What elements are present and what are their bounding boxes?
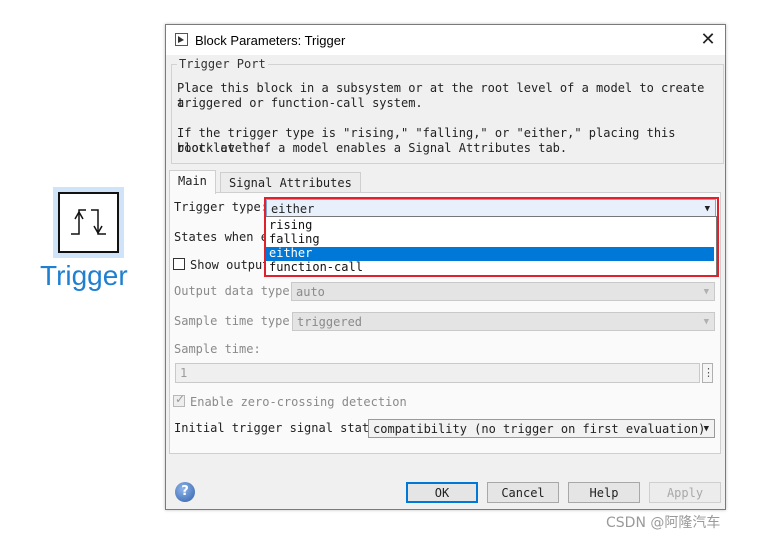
sample-time-type-label: Sample time type: <box>174 314 297 328</box>
show-output-label: Show output <box>190 258 270 272</box>
option-either[interactable]: either <box>265 247 714 261</box>
sample-time-options-button[interactable]: ⋮ <box>702 363 714 383</box>
chevron-down-icon: ▼ <box>703 424 709 434</box>
cancel-button[interactable]: Cancel <box>487 482 559 503</box>
chevron-down-icon: ▼ <box>703 317 709 327</box>
initial-trigger-state-select[interactable]: compatibility (no trigger on first evalu… <box>368 419 715 438</box>
option-rising[interactable]: rising <box>265 219 714 233</box>
trigger-block[interactable] <box>53 187 124 258</box>
help-icon[interactable]: ? <box>175 482 195 502</box>
sample-time-type-value: triggered <box>297 315 363 329</box>
initial-trigger-state-label: Initial trigger signal state: <box>174 421 384 435</box>
show-output-checkbox[interactable] <box>173 258 185 270</box>
sample-time-label: Sample time: <box>174 342 261 356</box>
sample-time-type-select[interactable]: triggered ▼ <box>292 312 715 331</box>
zero-crossing-checkbox[interactable]: ✓ <box>173 392 186 407</box>
trigger-type-value: either <box>271 202 315 216</box>
title-bar[interactable]: Block Parameters: Trigger ✕ <box>166 25 725 55</box>
block-name-label: Trigger <box>40 260 128 291</box>
tab-signal-attributes[interactable]: Signal Attributes <box>220 172 361 193</box>
option-falling[interactable]: falling <box>265 233 714 247</box>
output-data-type-select[interactable]: auto ▼ <box>291 282 715 301</box>
sample-time-input[interactable]: 1 <box>175 363 700 383</box>
apply-button[interactable]: Apply <box>649 482 721 503</box>
zero-crossing-label: Enable zero-crossing detection <box>190 395 407 409</box>
checkmark-icon: ✓ <box>175 392 186 406</box>
group-title: Trigger Port <box>177 57 268 71</box>
output-data-type-value: auto <box>296 285 325 299</box>
watermark-text: CSDN @阿隆汽车 <box>606 515 721 531</box>
help-button[interactable]: Help <box>568 482 640 503</box>
ok-button[interactable]: OK <box>406 482 478 503</box>
trigger-type-label: Trigger type: <box>174 200 268 214</box>
description-line-2b: root level of a model enables a Signal A… <box>177 141 568 155</box>
tab-main[interactable]: Main <box>169 170 216 194</box>
description-line-1b: triggered or function-call system. <box>177 96 423 110</box>
states-when-enabling-label: States when en <box>174 230 276 244</box>
trigger-type-dropdown-list: rising falling either function-call <box>264 216 717 277</box>
close-button[interactable]: ✕ <box>697 29 719 51</box>
initial-trigger-state-value: compatibility (no trigger on first evalu… <box>373 422 706 436</box>
trigger-block-icon <box>58 192 119 253</box>
chevron-down-icon: ▼ <box>703 287 709 297</box>
dialog-title: Block Parameters: Trigger <box>195 33 346 48</box>
block-parameters-icon <box>175 33 188 46</box>
output-data-type-label: Output data type: <box>174 284 297 298</box>
option-function-call[interactable]: function-call <box>265 261 714 275</box>
